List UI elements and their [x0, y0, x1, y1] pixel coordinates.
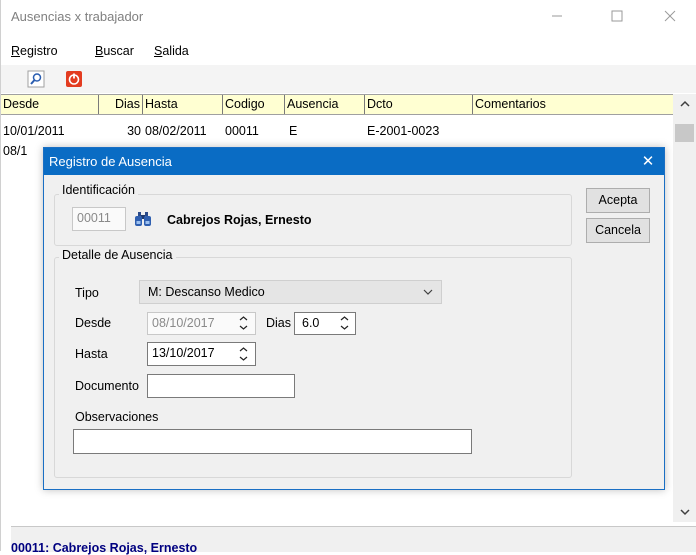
minimize-icon [552, 15, 562, 17]
cell-ausencia: E [289, 124, 298, 138]
spin-arrows-icon [239, 316, 247, 330]
binoculars-button[interactable] [132, 208, 154, 230]
col-ausencia[interactable]: Ausencia [285, 95, 365, 114]
grid-header: Desde Dias Hasta Codigo Ausencia Dcto Co… [1, 94, 673, 115]
col-desde[interactable]: Desde [1, 95, 99, 114]
observaciones-label: Observaciones [75, 410, 159, 424]
dialog-title: Registro de Ausencia [49, 154, 172, 169]
desde-label: Desde [75, 316, 112, 330]
scroll-down-button[interactable] [673, 502, 696, 522]
exit-button[interactable] [63, 68, 85, 90]
close-button[interactable] [647, 0, 693, 32]
tipo-value: M: Descanso Medico [148, 285, 265, 299]
chevron-down-icon [423, 289, 433, 295]
cell-comentarios [473, 122, 673, 140]
col-dcto[interactable]: Dcto [365, 95, 473, 114]
menu-registro[interactable]: Registro [11, 44, 58, 58]
detalle-legend: Detalle de Ausencia [59, 248, 176, 262]
acepta-button[interactable]: Acepta [586, 188, 650, 213]
cell-hasta: 08/02/2011 [145, 124, 207, 138]
scroll-thumb[interactable] [675, 124, 694, 142]
dialog-title-bar: Registro de Ausencia ✕ [44, 148, 664, 175]
power-icon [66, 71, 82, 87]
identificacion-legend: Identificación [59, 183, 138, 197]
tipo-label: Tipo [75, 286, 99, 300]
search-button[interactable] [25, 68, 47, 90]
maximize-icon [611, 10, 623, 22]
status-text: 00011: Cabrejos Rojas, Ernesto [11, 541, 198, 555]
vertical-scrollbar[interactable] [673, 94, 696, 522]
tipo-select[interactable]: M: Descanso Medico [139, 280, 442, 304]
cell-codigo: 00011 [225, 124, 259, 138]
spin-arrows-icon [239, 347, 247, 361]
documento-label: Documento [75, 379, 139, 393]
hasta-spinner[interactable] [236, 345, 250, 363]
col-dias[interactable]: Dias [99, 95, 143, 114]
binoculars-icon [135, 212, 151, 226]
col-comentarios[interactable]: Comentarios [473, 95, 673, 114]
cell-dias: 30 [127, 124, 141, 138]
observaciones-field[interactable] [73, 429, 472, 454]
col-codigo[interactable]: Codigo [223, 95, 285, 114]
dialog-close-icon[interactable]: ✕ [636, 151, 660, 171]
chevron-up-icon [680, 100, 690, 107]
title-bar: Ausencias x trabajador [1, 0, 696, 32]
dias-label: Dias [266, 316, 292, 330]
close-icon [664, 10, 676, 22]
employee-code-field[interactable]: 00011 [72, 207, 126, 231]
cancela-button[interactable]: Cancela [586, 218, 650, 243]
absence-dialog: Registro de Ausencia ✕ Identificación 00… [43, 147, 665, 490]
toolbar [1, 65, 696, 93]
dias-spinner[interactable] [337, 314, 351, 332]
maximize-button[interactable] [594, 0, 640, 32]
col-hasta[interactable]: Hasta [143, 95, 223, 114]
desde-spinner[interactable] [236, 314, 250, 332]
chevron-down-icon [680, 509, 690, 516]
employee-name: Cabrejos Rojas, Ernesto [167, 213, 312, 227]
menu-salida[interactable]: Salida [154, 44, 189, 58]
cell-desde: 10/01/2011 [3, 124, 65, 138]
hasta-label: Hasta [75, 347, 108, 361]
menu-buscar[interactable]: Buscar [95, 44, 134, 58]
status-bar: 00011: Cabrejos Rojas, Ernesto [11, 526, 696, 555]
documento-field[interactable] [147, 374, 295, 398]
minimize-button[interactable] [534, 0, 580, 32]
cell-dcto: E-2001-0023 [367, 124, 440, 138]
search-icon [27, 70, 45, 88]
spin-arrows-icon [340, 316, 348, 330]
window-title: Ausencias x trabajador [11, 9, 144, 24]
scroll-up-button[interactable] [673, 94, 696, 114]
